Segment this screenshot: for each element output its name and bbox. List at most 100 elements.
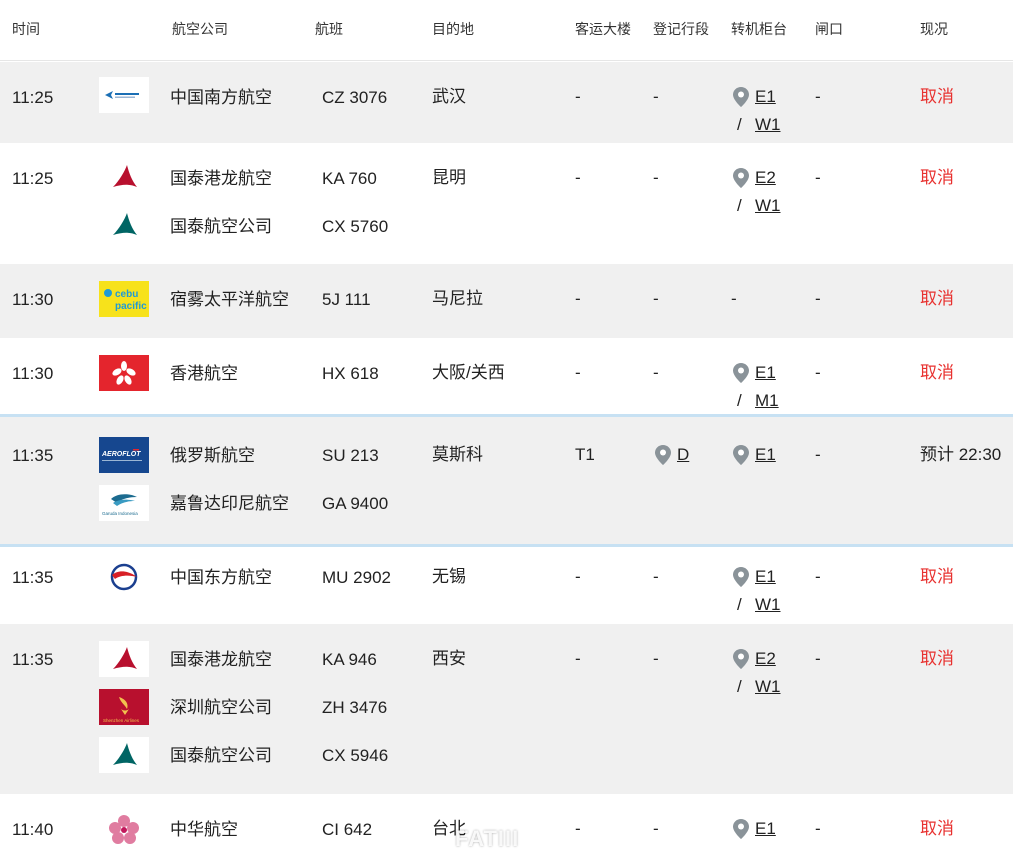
checkin-cell: -: [653, 567, 659, 586]
transfer-cell: E1: [733, 566, 776, 588]
status-cancelled: 取消: [920, 289, 954, 308]
status-cancelled: 取消: [920, 567, 954, 586]
gate-cell: -: [815, 649, 821, 668]
transfer-cell: E1: [733, 86, 776, 108]
table-row[interactable]: 11:25 国泰港龙航空 KA 760 国泰航空公司 CX 5760 昆明 - …: [0, 143, 1013, 264]
terminal-cell: -: [575, 363, 581, 382]
airline-name: 国泰港龙航空: [170, 650, 272, 669]
china-airlines-logo: [99, 811, 149, 847]
col-header-checkin: 登记行段: [653, 21, 709, 37]
transfer-cell-2: / W1: [737, 196, 781, 215]
time-cell: 11:35: [12, 650, 54, 669]
airline-name: 国泰航空公司: [170, 746, 272, 765]
location-pin-icon: [733, 445, 749, 465]
checkin-cell: -: [653, 649, 659, 668]
transfer-cell: E2: [733, 167, 776, 189]
aeroflot-logo: AEROFLOT: [99, 437, 149, 473]
time-cell: 11:25: [12, 169, 54, 188]
airline-name: 俄罗斯航空: [170, 446, 255, 465]
flight-number: CI 642: [322, 820, 373, 839]
transfer-link-b[interactable]: W1: [755, 595, 781, 614]
gate-cell: -: [815, 289, 821, 308]
gate-cell: -: [815, 363, 821, 382]
airline-name: 中国东方航空: [170, 568, 272, 587]
transfer-link-b[interactable]: W1: [755, 677, 781, 696]
gate-cell: -: [815, 567, 821, 586]
china-southern-logo: [99, 77, 149, 113]
flight-number: CX 5760: [322, 217, 389, 236]
gate-cell: -: [815, 819, 821, 838]
col-header-destination: 目的地: [432, 21, 474, 37]
shenzhen-airlines-logo: Shenzhen Airlines: [99, 689, 149, 725]
transfer-cell-2: / W1: [737, 677, 781, 696]
transfer-link-b[interactable]: M1: [755, 391, 779, 410]
airline-name: 中华航空: [170, 820, 238, 839]
destination-cell: 大阪/关西: [432, 363, 505, 382]
terminal-cell: T1: [575, 445, 595, 464]
svg-text:cebu: cebu: [115, 289, 138, 300]
cathay-dragon-logo: [99, 641, 149, 677]
airline-name: 国泰航空公司: [170, 217, 272, 236]
table-row[interactable]: 11:35 国泰港龙航空 KA 946 Shenzhen Airlines 深圳…: [0, 624, 1013, 794]
china-eastern-logo: [99, 559, 149, 595]
airline-name: 宿雾太平洋航空: [170, 290, 289, 309]
hong-kong-airlines-logo: [99, 355, 149, 391]
location-pin-icon: [733, 87, 749, 107]
col-header-airline: 航空公司: [172, 21, 228, 37]
location-pin-icon: [733, 168, 749, 188]
flight-number: ZH 3476: [322, 698, 388, 717]
transfer-link-a[interactable]: E1: [755, 87, 776, 106]
time-cell: 11:30: [12, 290, 54, 309]
table-row-highlighted[interactable]: 11:35 AEROFLOT 俄罗斯航空 SU 213 Garuda Indon…: [0, 414, 1013, 547]
checkin-cell: -: [653, 87, 659, 106]
time-cell: 11:30: [12, 364, 54, 383]
garuda-indonesia-logo: Garuda Indonesia: [99, 485, 149, 521]
terminal-cell: -: [575, 168, 581, 187]
cathay-pacific-logo: [99, 737, 149, 773]
table-row[interactable]: 11:30 cebu pacific 宿雾太平洋航空 5J 111 马尼拉 - …: [0, 264, 1013, 338]
transfer-link-a[interactable]: E1: [755, 363, 776, 382]
time-cell: 11:40: [12, 820, 54, 839]
transfer-link-b[interactable]: W1: [755, 196, 781, 215]
airline-name: 香港航空: [170, 364, 238, 383]
transfer-link-a[interactable]: E1: [755, 567, 776, 586]
time-cell: 11:35: [12, 568, 54, 587]
transfer-cell: E1: [733, 362, 776, 384]
destination-cell: 西安: [432, 649, 466, 668]
table-header: 时间 航空公司 航班 目的地 客运大楼 登记行段 转机柜台 闸口 现况: [0, 0, 1013, 61]
checkin-link[interactable]: D: [677, 445, 689, 464]
flight-number: CX 5946: [322, 746, 389, 765]
transfer-cell: E1: [733, 444, 776, 466]
transfer-link-a[interactable]: E1: [755, 445, 776, 464]
transfer-link-a[interactable]: E1: [755, 819, 776, 838]
svg-text:pacific: pacific: [115, 301, 147, 312]
table-row[interactable]: 11:30 香港航空 HX 618 大阪/关西 - - E1 /M1 - 取消: [0, 338, 1013, 416]
status-estimated: 预计 22:30: [920, 445, 1002, 464]
status-cancelled: 取消: [920, 649, 954, 668]
airline-name: 国泰港龙航空: [170, 169, 272, 188]
table-row[interactable]: 11:25 中国南方航空 CZ 3076 武汉 - - E1 /W1 - 取消: [0, 62, 1013, 143]
status-cancelled: 取消: [920, 87, 954, 106]
transfer-cell: E2: [733, 648, 776, 670]
gate-cell: -: [815, 445, 821, 464]
transfer-cell: E1: [733, 818, 776, 840]
transfer-link-a[interactable]: E2: [755, 168, 776, 187]
transfer-link-b[interactable]: W1: [755, 115, 781, 134]
checkin-cell: -: [653, 819, 659, 838]
destination-cell: 昆明: [432, 168, 466, 187]
watermark: FATIII: [455, 826, 520, 851]
svg-text:AEROFLOT: AEROFLOT: [101, 451, 141, 458]
transfer-cell-2: / M1: [737, 391, 779, 410]
destination-cell: 莫斯科: [432, 445, 483, 464]
transfer-link-a[interactable]: E2: [755, 649, 776, 668]
location-pin-icon: [733, 819, 749, 839]
table-row[interactable]: 11:35 中国东方航空 MU 2902 无锡 - - E1 /W1 - 取消: [0, 547, 1013, 624]
col-header-transfer: 转机柜台: [731, 21, 787, 37]
cebu-pacific-logo: cebu pacific: [99, 281, 149, 317]
flight-number: SU 213: [322, 446, 379, 465]
status-cancelled: 取消: [920, 819, 954, 838]
terminal-cell: -: [575, 289, 581, 308]
location-pin-icon: [655, 445, 671, 465]
svg-text:Garuda Indonesia: Garuda Indonesia: [102, 511, 138, 516]
airline-name: 深圳航空公司: [170, 698, 272, 717]
